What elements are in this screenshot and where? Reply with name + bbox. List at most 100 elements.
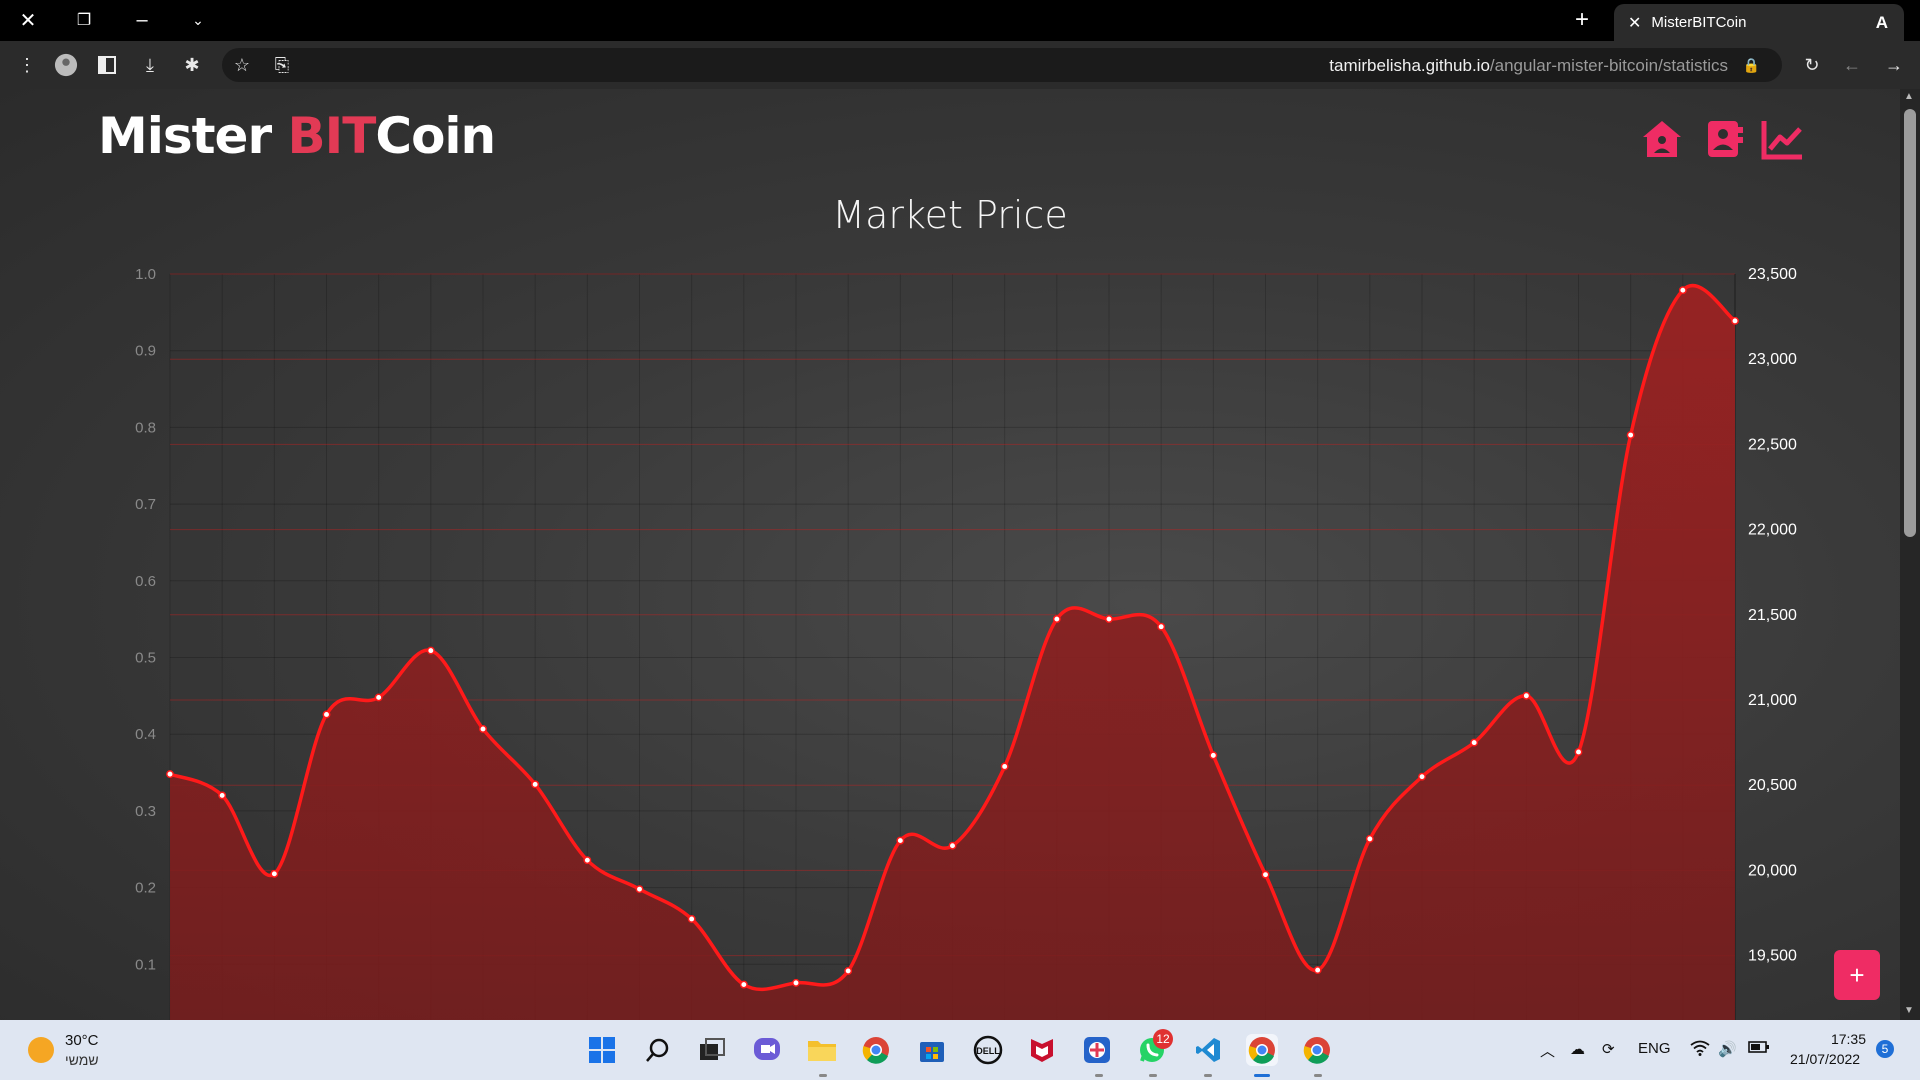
calculator-app-icon[interactable] xyxy=(1081,1034,1113,1066)
data-point[interactable] xyxy=(531,780,540,789)
left-tick-label: 0.3 xyxy=(135,803,156,820)
data-point[interactable] xyxy=(1626,431,1635,439)
data-point[interactable] xyxy=(1574,748,1583,756)
right-tick-label: 23,000 xyxy=(1748,351,1797,368)
file-explorer-icon[interactable] xyxy=(806,1034,838,1066)
restore-window-icon[interactable]: ❐ xyxy=(72,8,96,32)
right-tick-label: 20,500 xyxy=(1748,777,1797,794)
language-indicator[interactable]: ENG xyxy=(1638,1040,1671,1057)
data-point[interactable] xyxy=(1052,615,1061,624)
data-point[interactable] xyxy=(1313,966,1322,975)
data-point[interactable] xyxy=(687,915,696,923)
close-tab-icon[interactable]: ✕ xyxy=(1628,13,1641,33)
scroll-up-icon[interactable]: ▲ xyxy=(1904,91,1914,102)
download-icon[interactable]: ⤓ xyxy=(138,53,162,77)
left-tick-label: 0.2 xyxy=(135,880,156,897)
weather-sun-icon[interactable] xyxy=(28,1037,54,1063)
left-tick-label: 0.4 xyxy=(135,726,156,743)
data-point[interactable] xyxy=(792,978,800,987)
data-point[interactable] xyxy=(739,980,748,989)
dell-icon[interactable]: DELL xyxy=(972,1034,1004,1066)
data-point[interactable] xyxy=(1261,870,1270,879)
data-point[interactable] xyxy=(1000,762,1009,771)
right-tick-label: 22,500 xyxy=(1748,436,1797,453)
data-point[interactable] xyxy=(1418,772,1426,781)
right-tick-label: 22,000 xyxy=(1748,522,1797,539)
share-icon[interactable]: ⎘ xyxy=(270,53,294,77)
scroll-thumb[interactable] xyxy=(1904,109,1916,537)
weather-desc[interactable]: שמשי xyxy=(65,1052,99,1068)
data-point[interactable] xyxy=(1365,834,1374,843)
data-point[interactable] xyxy=(1209,751,1218,760)
data-point[interactable] xyxy=(635,885,644,894)
address-bar[interactable]: ☆ ⎘ tamirbelisha.github.io/angular-miste… xyxy=(222,48,1782,82)
right-tick-label: 19,500 xyxy=(1748,948,1797,965)
close-window-icon[interactable]: ✕ xyxy=(16,8,40,32)
running-indicator xyxy=(1095,1074,1103,1077)
svg-text:DELL: DELL xyxy=(976,1046,1000,1056)
menu-icon[interactable]: ⋮ xyxy=(15,53,39,77)
bookmark-star-icon[interactable]: ☆ xyxy=(230,53,254,77)
volume-icon[interactable]: 🔊 xyxy=(1718,1040,1737,1058)
new-tab-icon[interactable]: + xyxy=(1570,6,1594,33)
running-indicator xyxy=(1314,1074,1322,1077)
sync-icon[interactable]: ⟳ xyxy=(1602,1040,1615,1058)
side-panel-icon[interactable] xyxy=(95,53,119,77)
chrome-icon[interactable] xyxy=(860,1034,892,1066)
data-point[interactable] xyxy=(270,869,279,878)
notification-badge[interactable]: 5 xyxy=(1876,1040,1894,1058)
battery-icon[interactable] xyxy=(1748,1040,1770,1058)
data-point[interactable] xyxy=(948,841,957,850)
left-tick-label: 0.1 xyxy=(135,956,156,973)
chrome-active-icon[interactable] xyxy=(1246,1034,1278,1066)
data-point[interactable] xyxy=(844,966,853,975)
add-button[interactable]: + xyxy=(1834,950,1880,1000)
data-point[interactable] xyxy=(479,725,487,733)
data-point[interactable] xyxy=(1731,316,1739,325)
tab-title: MisterBITCoin xyxy=(1651,14,1747,31)
start-icon[interactable] xyxy=(586,1034,618,1066)
mcafee-icon[interactable] xyxy=(1026,1034,1058,1066)
clock-date[interactable]: 21/07/2022 xyxy=(1790,1051,1860,1067)
data-point[interactable] xyxy=(1678,286,1687,295)
data-point[interactable] xyxy=(1105,615,1113,624)
search-icon[interactable] xyxy=(642,1034,674,1066)
data-point[interactable] xyxy=(1522,691,1531,700)
vscode-icon[interactable] xyxy=(1192,1034,1224,1066)
data-point[interactable] xyxy=(896,836,905,845)
task-view-icon[interactable] xyxy=(696,1034,728,1066)
data-point[interactable] xyxy=(374,693,383,702)
scroll-down-icon[interactable]: ▼ xyxy=(1904,1005,1914,1016)
extensions-icon[interactable]: ✱ xyxy=(180,53,204,77)
store-icon[interactable] xyxy=(916,1034,948,1066)
avatar[interactable] xyxy=(54,53,78,77)
url-text[interactable]: tamirbelisha.github.io/angular-mister-bi… xyxy=(1329,56,1728,76)
teams-chat-icon[interactable] xyxy=(751,1034,783,1066)
data-point[interactable] xyxy=(322,710,331,719)
clock-time[interactable]: 17:35 xyxy=(1830,1031,1866,1047)
data-point[interactable] xyxy=(583,856,592,865)
weather-temp[interactable]: 30°C xyxy=(65,1032,99,1049)
page-scrollbar[interactable]: ▲ ▼ xyxy=(1900,89,1920,1020)
back-icon[interactable]: ← xyxy=(1840,53,1864,77)
browser-tab[interactable]: ✕ MisterBITCoin A xyxy=(1614,4,1904,41)
profile-icon[interactable]: A xyxy=(1876,13,1888,33)
left-tick-label: 0.8 xyxy=(135,419,156,436)
lock-icon[interactable]: 🔒 xyxy=(1743,57,1760,74)
running-indicator xyxy=(819,1074,827,1077)
browser-toolbar: ⋮ ⤓ ✱ ☆ ⎘ tamirbelisha.github.io/angular… xyxy=(0,41,1920,89)
data-point[interactable] xyxy=(218,791,227,800)
tab-search-icon[interactable]: ⌄ xyxy=(186,8,210,32)
chevron-up-icon[interactable]: ︿ xyxy=(1540,1040,1555,1061)
onedrive-icon[interactable]: ☁ xyxy=(1570,1040,1585,1058)
data-point[interactable] xyxy=(1157,622,1166,631)
chrome-profile-icon[interactable] xyxy=(1301,1034,1333,1066)
data-point[interactable] xyxy=(1470,738,1479,747)
forward-icon[interactable]: → xyxy=(1882,53,1906,77)
left-tick-label: 0.6 xyxy=(135,573,156,590)
minimize-window-icon[interactable]: – xyxy=(130,8,154,32)
reload-icon[interactable]: ↻ xyxy=(1800,53,1824,77)
data-point[interactable] xyxy=(166,770,174,779)
wifi-icon[interactable] xyxy=(1690,1040,1710,1060)
data-point[interactable] xyxy=(426,646,435,655)
